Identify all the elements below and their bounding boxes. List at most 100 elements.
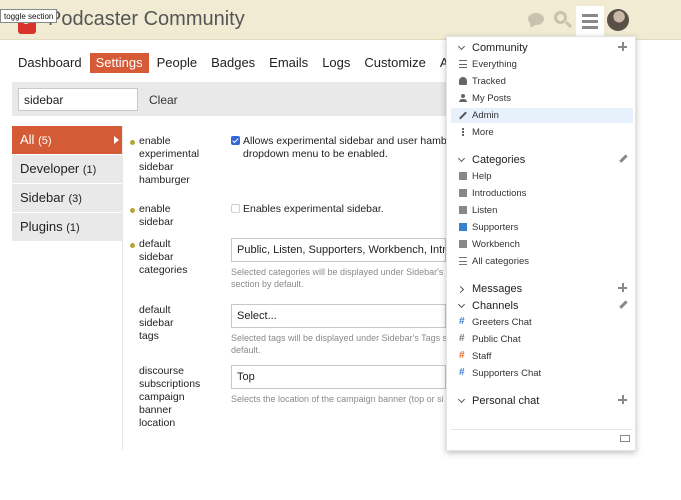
user-avatar[interactable]: [607, 9, 629, 31]
list-icon: [459, 257, 467, 265]
setting-help: Selected tags will be displayed under Si…: [231, 333, 453, 355]
plus-icon[interactable]: [617, 41, 629, 53]
menu-item-greeters-chat[interactable]: # Greeters Chat: [451, 315, 633, 330]
category-label: Developer: [20, 161, 80, 176]
overridden-dot: [130, 208, 135, 213]
admin-nav: Dashboard Settings People Badges Emails …: [12, 53, 499, 73]
category-count: (1): [66, 222, 80, 234]
category-square-icon: [459, 206, 467, 214]
category-plugins[interactable]: Plugins (1): [12, 213, 123, 241]
settings-category-list: All (5) Developer (1) Sidebar (3) Plugin…: [12, 126, 123, 242]
menu-item-everything[interactable]: Everything: [451, 57, 633, 72]
hash-icon: #: [459, 333, 465, 344]
hash-icon: #: [459, 350, 465, 361]
category-square-icon: [459, 240, 467, 248]
tab-customize[interactable]: Customize: [358, 53, 431, 73]
menu-divider: [451, 429, 633, 430]
category-label: All: [20, 132, 35, 147]
arrow-right-icon: [114, 136, 119, 144]
category-square-icon: [459, 172, 467, 180]
section-personal-chat[interactable]: Personal chat: [447, 394, 637, 410]
hash-icon: #: [459, 316, 465, 327]
section-categories[interactable]: Categories: [447, 153, 637, 169]
chevron-down-icon: [457, 395, 466, 404]
pencil-icon[interactable]: [617, 299, 629, 311]
hamburger-menu-icon[interactable]: [576, 6, 604, 36]
category-count: (5): [38, 135, 52, 147]
check-icon: [232, 136, 239, 144]
default-tags-select[interactable]: Select...: [231, 304, 446, 328]
wrench-icon: [459, 111, 467, 119]
tab-badges[interactable]: Badges: [205, 53, 261, 73]
bell-icon: [459, 77, 467, 85]
menu-item-more[interactable]: More: [451, 125, 633, 140]
section-channels[interactable]: Channels: [447, 299, 637, 315]
overridden-dot: [130, 140, 135, 145]
chevron-down-icon: [457, 300, 466, 309]
category-count: (1): [82, 164, 97, 176]
settings-filter-bar: Clear: [12, 82, 446, 116]
menu-item-supporters-chat[interactable]: # Supporters Chat: [451, 366, 633, 381]
menu-item-admin[interactable]: Admin: [451, 108, 633, 123]
search-icon[interactable]: [552, 10, 574, 32]
column-divider: [122, 126, 123, 450]
pencil-icon[interactable]: [617, 153, 629, 165]
chevron-right-icon: [456, 285, 465, 294]
default-categories-select[interactable]: Public, Listen, Supporters, Workbench, I…: [231, 238, 446, 262]
banner-location-select[interactable]: Top: [231, 365, 446, 389]
plus-icon[interactable]: [617, 394, 629, 406]
chevron-down-icon: [457, 154, 466, 163]
menu-item-staff[interactable]: # Staff: [451, 349, 633, 364]
checkbox-description: Enables experimental sidebar.: [243, 203, 384, 215]
menu-item-tracked[interactable]: Tracked: [451, 74, 633, 89]
tab-people[interactable]: People: [151, 53, 203, 73]
setting-label: default sidebar categories: [139, 238, 188, 276]
setting-help: Selects the location of the campaign ban…: [231, 394, 444, 404]
setting-label: discourse subscriptions campaign banner …: [139, 365, 201, 429]
menu-item-all-categories[interactable]: All categories: [451, 254, 633, 269]
keyboard-icon[interactable]: [620, 435, 630, 442]
chat-icon[interactable]: [526, 10, 548, 32]
section-community[interactable]: Community: [447, 41, 637, 57]
category-label: Sidebar: [20, 190, 65, 205]
site-header: toggle section Podcaster Community: [0, 0, 681, 40]
menu-item-workbench[interactable]: Workbench: [451, 237, 633, 252]
site-title[interactable]: Podcaster Community: [48, 8, 245, 31]
setting-help: Selected categories will be displayed un…: [231, 267, 453, 289]
menu-item-introductions[interactable]: Introductions: [451, 186, 633, 201]
more-icon: [459, 128, 467, 136]
category-sidebar[interactable]: Sidebar (3): [12, 184, 123, 212]
hamburger-checkbox[interactable]: [231, 136, 240, 145]
category-square-icon: [459, 189, 467, 197]
category-all[interactable]: All (5): [12, 126, 123, 154]
setting-label: enable sidebar: [139, 203, 174, 228]
category-count: (3): [68, 193, 82, 205]
menu-item-public-chat[interactable]: # Public Chat: [451, 332, 633, 347]
menu-item-supporters[interactable]: Supporters: [451, 220, 633, 235]
user-icon: [459, 94, 467, 102]
menu-item-my-posts[interactable]: My Posts: [451, 91, 633, 106]
overridden-dot: [130, 243, 135, 248]
hamburger-menu-panel: Community Everything Tracked My Posts Ad…: [446, 36, 636, 451]
category-square-icon: [459, 223, 467, 231]
checkbox-description: Allows experimental sidebar and user ham…: [243, 135, 453, 160]
tab-logs[interactable]: Logs: [316, 53, 356, 73]
hash-icon: #: [459, 367, 465, 378]
setting-label: default sidebar tags: [139, 304, 174, 342]
clear-filter-button[interactable]: Clear: [149, 93, 178, 107]
category-developer[interactable]: Developer (1): [12, 155, 123, 183]
plus-icon[interactable]: [617, 282, 629, 294]
tab-dashboard[interactable]: Dashboard: [12, 53, 88, 73]
tab-settings[interactable]: Settings: [89, 53, 149, 73]
layers-icon: [459, 60, 467, 68]
category-label: Plugins: [20, 219, 63, 234]
setting-label: enable experimental sidebar hamburger: [139, 135, 200, 186]
settings-filter-input[interactable]: [18, 88, 138, 111]
chevron-down-icon: [457, 42, 466, 51]
enable-sidebar-checkbox[interactable]: [231, 204, 240, 213]
menu-item-help[interactable]: Help: [451, 169, 633, 184]
toggle-section-tooltip: toggle section: [0, 9, 58, 23]
section-messages[interactable]: Messages: [447, 282, 637, 298]
tab-emails[interactable]: Emails: [263, 53, 314, 73]
menu-item-listen[interactable]: Listen: [451, 203, 633, 218]
